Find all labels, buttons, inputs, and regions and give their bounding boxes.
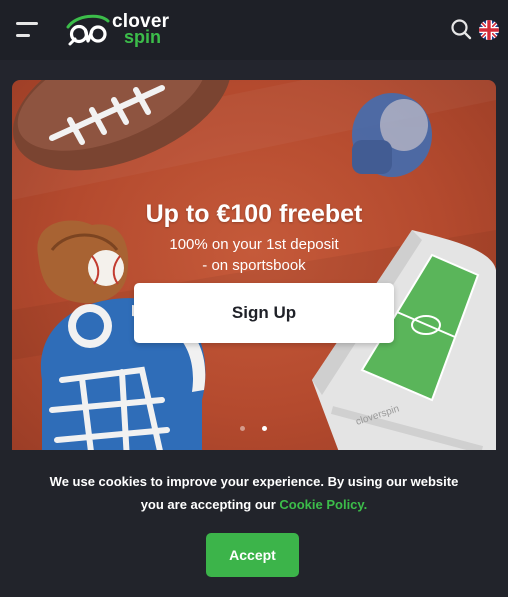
banner-subtitle: 100% on your 1st deposit - on sportsbook — [12, 234, 496, 276]
promo-banner: cloverspin Up to €100 freebet 100% on yo… — [12, 80, 496, 460]
cookie-policy-link[interactable]: Cookie Policy. — [279, 497, 367, 512]
search-icon[interactable] — [450, 18, 472, 40]
carousel-dots — [240, 426, 270, 432]
banner-subtitle-line-2: - on sportsbook — [202, 257, 306, 274]
clover-logo-mark-icon — [66, 14, 110, 46]
uk-flag-icon[interactable] — [479, 20, 499, 40]
carousel-dot-1[interactable] — [240, 426, 245, 431]
hamburger-menu-icon[interactable] — [16, 20, 40, 40]
banner-title: Up to €100 freebet — [145, 200, 363, 228]
cookie-message-text: We use cookies to improve your experienc… — [49, 474, 459, 512]
cookie-message: We use cookies to improve your experienc… — [40, 470, 468, 516]
logo-word-spin: spin — [124, 27, 162, 47]
sign-up-button[interactable]: Sign Up — [134, 283, 394, 343]
banner-subtitle-line-1: 100% on your 1st deposit — [169, 236, 339, 253]
cookie-consent-bar: We use cookies to improve your experienc… — [0, 450, 508, 597]
carousel-dot-2-active[interactable] — [262, 426, 267, 431]
logo-wordmark: clover spin — [112, 12, 169, 47]
boxing-glove-icon — [352, 93, 432, 177]
cloverspin-logo[interactable]: clover spin — [66, 12, 186, 47]
accept-cookies-button[interactable]: Accept — [206, 533, 299, 577]
site-header: clover spin — [0, 0, 508, 60]
